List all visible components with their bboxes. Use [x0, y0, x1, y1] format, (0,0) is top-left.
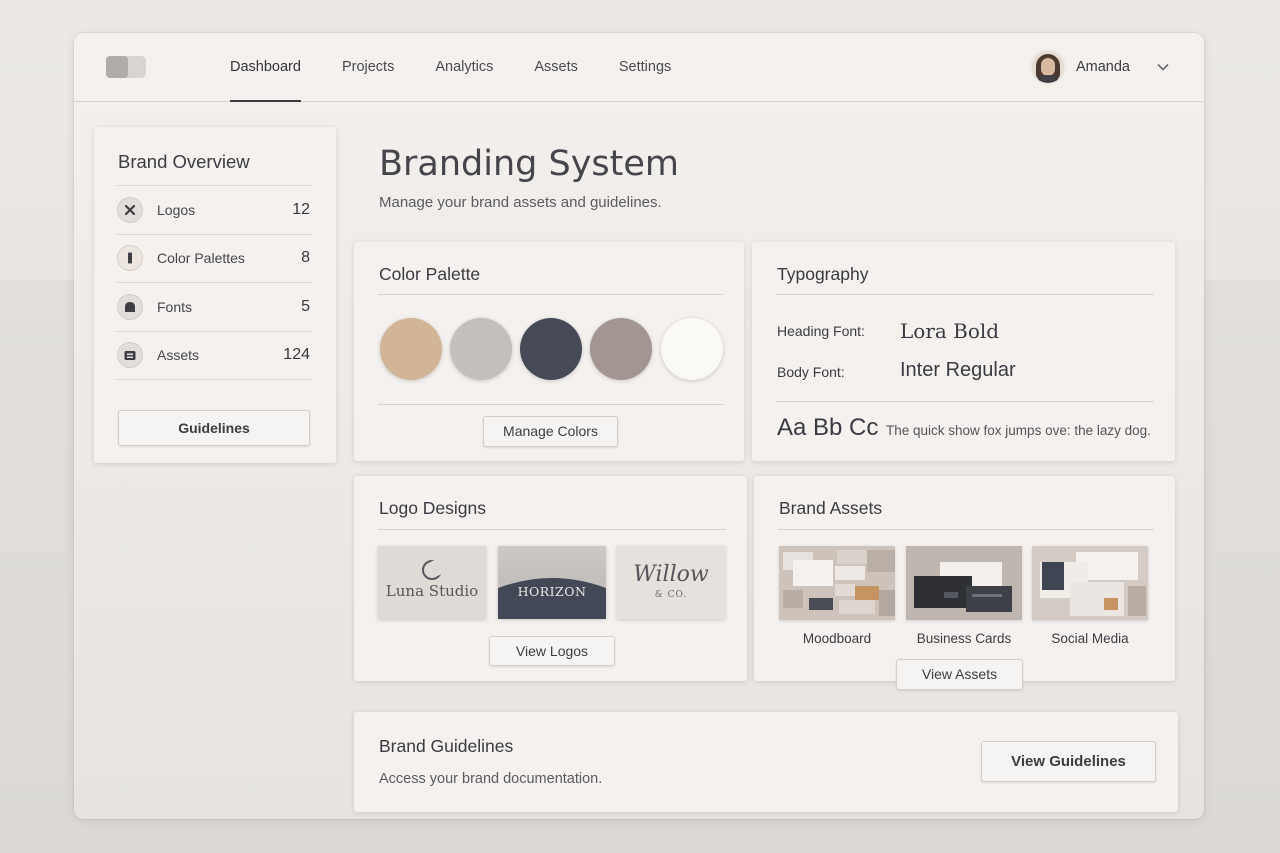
- top-navbar: Dashboard Projects Analytics Assets Sett…: [74, 33, 1204, 102]
- color-swatch[interactable]: [380, 318, 442, 380]
- asset-label: Social Media: [1051, 631, 1129, 646]
- sidebar-item-assets[interactable]: Assets 124: [116, 332, 312, 380]
- logo-designs-card: Logo Designs Luna Studio HORIZON Willow …: [354, 476, 747, 681]
- divider: [778, 529, 1154, 530]
- logo-name: Luna Studio: [385, 582, 479, 600]
- card-subtitle: Access your brand documentation.: [379, 771, 603, 787]
- color-swatch[interactable]: [590, 318, 652, 380]
- logo-tile-willow[interactable]: Willow & CO.: [617, 546, 725, 619]
- logo-tile-horizon[interactable]: HORIZON: [498, 546, 606, 619]
- font-sample-large: Aa Bb Cc: [777, 414, 879, 441]
- brand-guidelines-card: Brand Guidelines Access your brand docum…: [354, 712, 1178, 812]
- item-count: 12: [292, 200, 310, 218]
- page-title: Branding System: [379, 144, 680, 184]
- logo-tile-luna[interactable]: Luna Studio: [378, 546, 486, 619]
- view-guidelines-button[interactable]: View Guidelines: [981, 741, 1156, 782]
- sidebar-item-fonts[interactable]: Fonts 5: [116, 283, 312, 332]
- heading-font-label: Heading Font:: [777, 323, 865, 339]
- sidebar-item-label: Fonts: [157, 298, 193, 315]
- user-name: Amanda: [1075, 59, 1130, 75]
- sidebar-item-logos[interactable]: Logos 12: [116, 186, 312, 235]
- card-title: Brand Assets: [779, 498, 883, 518]
- social-media-image: [1032, 546, 1148, 620]
- body-font-value: Inter Regular: [900, 359, 1016, 381]
- brand-overview-panel: Brand Overview Logos 12 Color Palettes 8: [94, 127, 336, 463]
- tab-analytics[interactable]: Analytics: [435, 33, 493, 102]
- view-logos-button[interactable]: View Logos: [489, 636, 615, 666]
- logo-icon: [117, 196, 143, 223]
- main-nav: Dashboard Projects Analytics Assets Sett…: [230, 33, 712, 102]
- divider: [378, 294, 723, 295]
- app-logo-icon[interactable]: [106, 56, 146, 78]
- sidebar-item-color-palettes[interactable]: Color Palettes 8: [116, 235, 312, 283]
- chevron-down-icon[interactable]: [1156, 60, 1170, 74]
- asset-label: Moodboard: [802, 631, 872, 646]
- page-subtitle: Manage your brand assets and guidelines.: [379, 194, 662, 211]
- asset-thumb-moodboard[interactable]: [779, 546, 895, 620]
- asset-label: Business Cards: [916, 631, 1012, 646]
- font-icon: [117, 293, 143, 320]
- palette-icon: [117, 245, 143, 272]
- card-title: Typography: [777, 264, 869, 284]
- brand-assets-card: Brand Assets Moodboard Business Cards So…: [754, 476, 1175, 690]
- logo-subname: & CO.: [654, 590, 688, 600]
- divider: [378, 529, 726, 530]
- tab-projects[interactable]: Projects: [342, 33, 394, 102]
- color-swatch[interactable]: [661, 318, 723, 380]
- card-title: Color Palette: [379, 264, 481, 284]
- view-assets-button[interactable]: View Assets: [896, 659, 1023, 690]
- body-font-label: Body Font:: [777, 364, 845, 380]
- user-menu[interactable]: Amanda: [1029, 49, 1170, 85]
- manage-colors-button[interactable]: Manage Colors: [483, 416, 618, 447]
- divider: [378, 404, 723, 405]
- tab-assets[interactable]: Assets: [534, 33, 578, 102]
- tab-dashboard[interactable]: Dashboard: [230, 33, 301, 102]
- font-sample-text: The quick show fox jumps ove: the lazy d…: [886, 423, 1151, 438]
- card-title: Brand Guidelines: [379, 736, 514, 756]
- moodboard-image: [779, 546, 895, 620]
- avatar[interactable]: [1029, 49, 1066, 85]
- color-swatch[interactable]: [450, 318, 512, 380]
- sidebar-item-label: Logos: [157, 201, 196, 218]
- sidebar-item-label: Color Palettes: [157, 250, 245, 267]
- tab-settings[interactable]: Settings: [619, 33, 671, 102]
- logo-name: HORIZON: [517, 584, 587, 599]
- overview-list: Logos 12 Color Palettes 8 Fonts 5 Assets…: [116, 185, 312, 380]
- color-swatch[interactable]: [520, 318, 582, 380]
- divider: [776, 401, 1154, 402]
- item-count: 8: [301, 249, 310, 267]
- item-count: 124: [283, 346, 310, 364]
- divider: [776, 294, 1154, 295]
- asset-thumb-social-media[interactable]: [1032, 546, 1148, 620]
- assets-icon: [117, 342, 143, 369]
- panel-title: Brand Overview: [118, 151, 250, 172]
- logo-name: Willow: [633, 562, 709, 587]
- sidebar-item-label: Assets: [157, 347, 200, 364]
- business-cards-image: [906, 546, 1022, 620]
- typography-card: Typography Heading Font: Lora Bold Body …: [752, 242, 1175, 461]
- card-title: Logo Designs: [379, 498, 487, 518]
- horizon-arc-icon: [498, 578, 606, 619]
- asset-thumb-business-cards[interactable]: [906, 546, 1022, 620]
- heading-font-value: Lora Bold: [900, 319, 1000, 343]
- app-window: Dashboard Projects Analytics Assets Sett…: [74, 33, 1204, 819]
- item-count: 5: [301, 297, 310, 315]
- guidelines-button[interactable]: Guidelines: [118, 410, 310, 446]
- color-palette-card: Color Palette Manage Colors: [354, 242, 744, 461]
